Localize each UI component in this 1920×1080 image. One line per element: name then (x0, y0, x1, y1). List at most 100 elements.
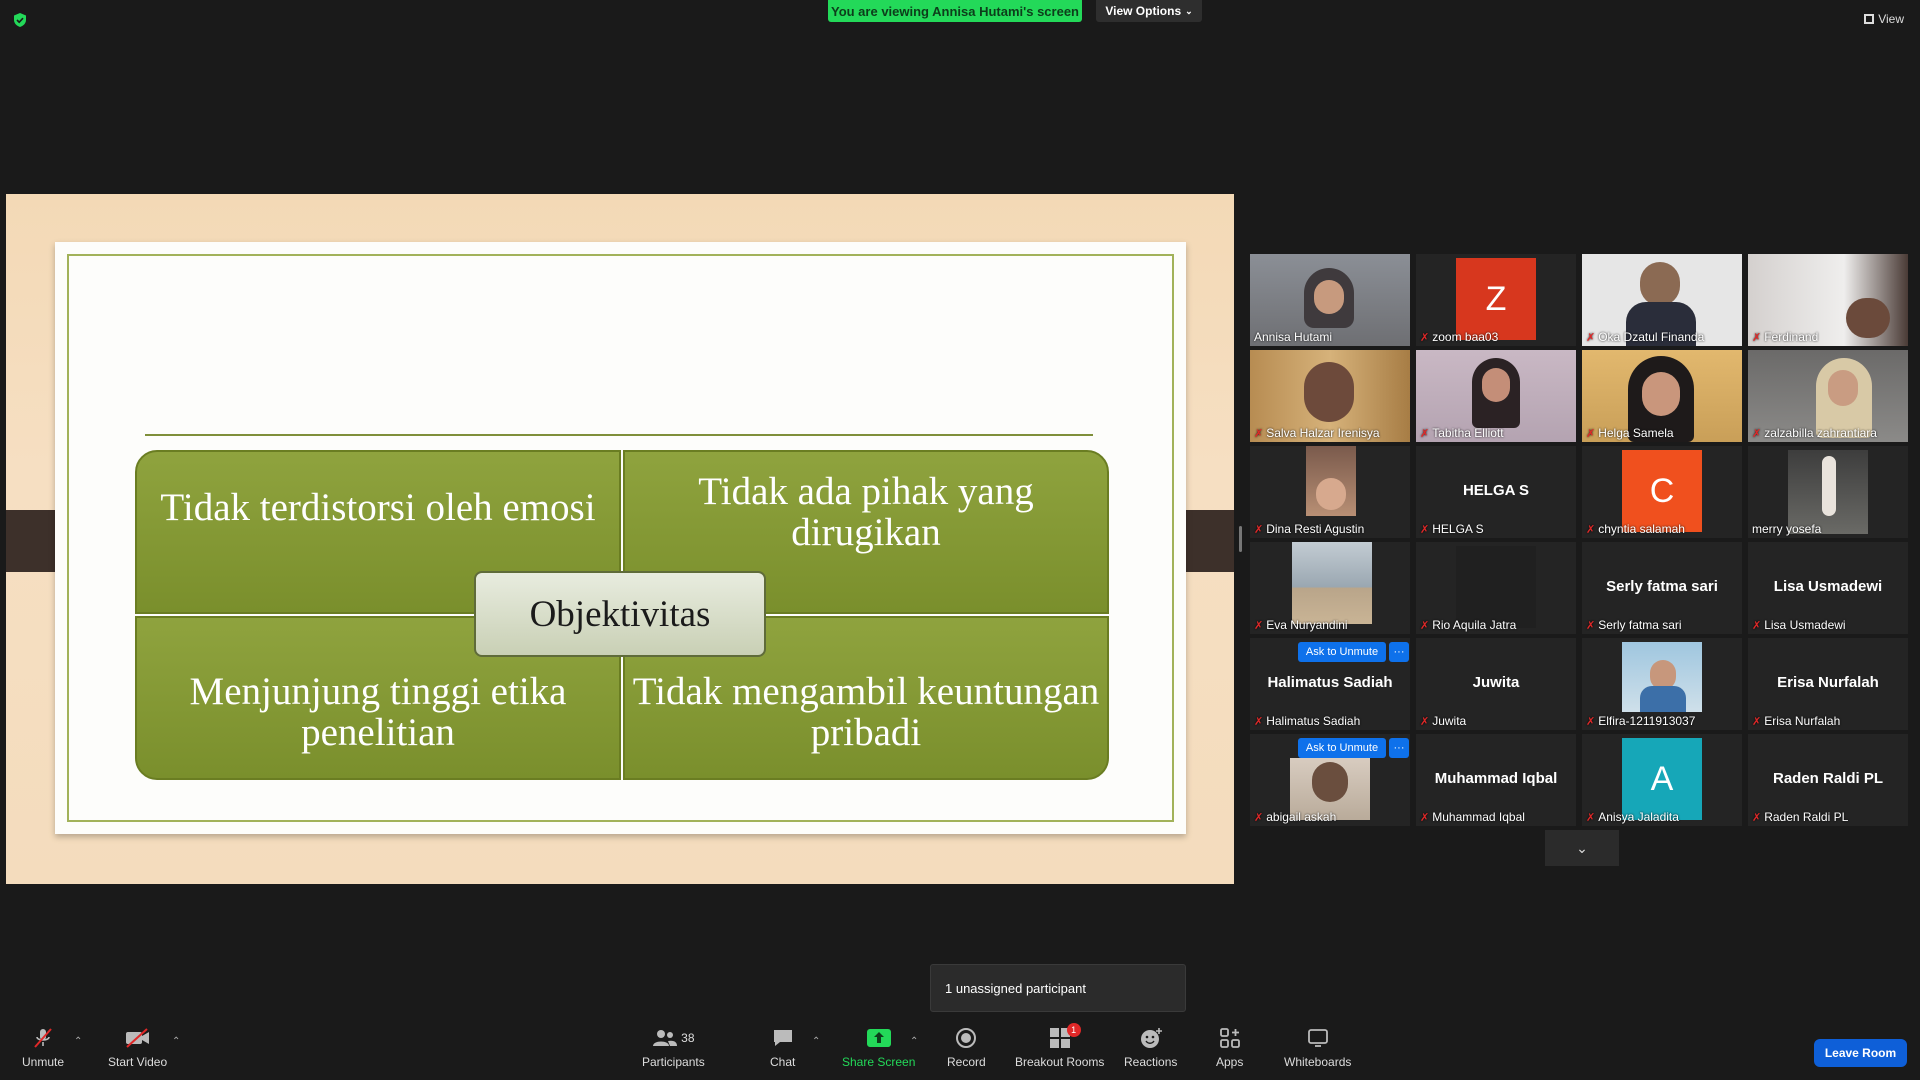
avatar: C (1622, 450, 1702, 532)
split-resize-handle[interactable] (1239, 526, 1242, 552)
participant-tile[interactable]: ✗ Helga Samela (1582, 350, 1742, 442)
unmute-button[interactable]: Unmute (22, 1026, 64, 1069)
participant-name: ✗ Halimatus Sadiah (1254, 714, 1360, 728)
share-screen-label: Share Screen (842, 1055, 916, 1069)
participant-name: ✗ Helga Samela (1586, 426, 1674, 440)
breakout-badge: 1 (1066, 1023, 1081, 1037)
mic-muted-icon: ✗ (1254, 619, 1264, 632)
participant-tile[interactable]: Annisa Hutami (1250, 254, 1410, 346)
video-options-caret-icon[interactable]: ⌃ (172, 1036, 180, 1047)
gallery-next-page-button[interactable]: ⌄ (1545, 830, 1619, 866)
participant-face (1640, 262, 1680, 306)
slide-divider (145, 434, 1093, 436)
participant-tile[interactable]: Ask to Unmute ··· ✗ abigail askah (1250, 734, 1410, 826)
unmute-label: Unmute (22, 1055, 65, 1069)
mic-muted-icon: ✗ (1752, 619, 1762, 632)
participant-face (1482, 368, 1510, 402)
participant-name: ✗ Elfira-1211913037 (1586, 714, 1695, 728)
participants-count: 38 (681, 1031, 695, 1045)
participant-name: ✗ Ferdinand (1752, 330, 1818, 344)
participant-tile[interactable]: C ✗ chyntia salamah (1582, 446, 1742, 538)
mic-muted-icon: ✗ (1586, 331, 1596, 344)
participant-display-name: Erisa Nurfalah (1777, 674, 1879, 691)
participant-name: ✗ abigail askah (1254, 810, 1336, 824)
ask-to-unmute-button[interactable]: Ask to Unmute (1298, 642, 1386, 662)
share-screen-button[interactable]: Share Screen (842, 1026, 915, 1069)
view-button[interactable]: View (1864, 12, 1904, 26)
participant-name-text: Lisa Usmadewi (1764, 618, 1846, 632)
participant-tile[interactable]: Serly fatma sari ✗ Serly fatma sari (1582, 542, 1742, 634)
slide-center-title: Objektivitas (474, 571, 766, 657)
chevron-down-icon: ⌄ (1576, 839, 1588, 856)
participant-tile[interactable]: Erisa Nurfalah ✗ Erisa Nurfalah (1748, 638, 1908, 730)
apps-label: Apps (1216, 1055, 1244, 1069)
breakout-rooms-button[interactable]: 1 Breakout Rooms (1015, 1023, 1104, 1069)
start-video-button[interactable]: Start Video (108, 1026, 167, 1069)
whiteboards-button[interactable]: Whiteboards (1284, 1026, 1351, 1069)
participant-tile[interactable]: Lisa Usmadewi ✗ Lisa Usmadewi (1748, 542, 1908, 634)
participant-tile[interactable]: Juwita ✗ Juwita (1416, 638, 1576, 730)
start-video-label: Start Video (108, 1055, 168, 1069)
participant-tile[interactable]: ✗ zalzabilla zahrantiara (1748, 350, 1908, 442)
reactions-label: Reactions (1124, 1055, 1178, 1069)
participant-name-text: HELGA S (1432, 522, 1484, 536)
participants-icon: 38 (652, 1026, 695, 1050)
whiteboard-icon (1306, 1026, 1330, 1050)
apps-icon (1219, 1026, 1241, 1050)
audio-options-caret-icon[interactable]: ⌃ (74, 1036, 82, 1047)
mic-muted-icon: ✗ (1752, 811, 1762, 824)
mic-muted-icon: ✗ (1254, 427, 1264, 440)
record-button[interactable]: Record (947, 1026, 986, 1069)
chat-button[interactable]: Chat (770, 1026, 795, 1069)
reactions-button[interactable]: Reactions (1124, 1026, 1177, 1069)
participant-tile[interactable]: A ✗ Anisya Jaladita (1582, 734, 1742, 826)
chat-options-caret-icon[interactable]: ⌃ (812, 1036, 820, 1047)
chevron-down-icon: ⌄ (1185, 5, 1193, 16)
security-shield-icon[interactable] (12, 12, 28, 28)
participant-name-text: Oka Dzatul Finanda (1598, 330, 1705, 344)
view-options-button[interactable]: View Options ⌄ (1096, 0, 1202, 22)
participant-name-text: Eva Nuryandini (1266, 618, 1348, 632)
mic-muted-icon: ✗ (1586, 619, 1596, 632)
participant-name: ✗ Oka Dzatul Finanda (1586, 330, 1704, 344)
unassigned-participant-tooltip[interactable]: 1 unassigned participant (930, 964, 1186, 1012)
participant-tile[interactable]: ✗ Tabitha Elliott (1416, 350, 1576, 442)
participant-tile[interactable]: ✗ Elfira-1211913037 (1582, 638, 1742, 730)
participant-name: ✗ Muhammad Iqbal (1420, 810, 1525, 824)
participant-name-text: chyntia salamah (1598, 522, 1685, 536)
participant-tile[interactable]: HELGA S ✗ HELGA S (1416, 446, 1576, 538)
participant-name-text: Salva Halzar Irenisya (1266, 426, 1380, 440)
participant-tile[interactable]: ✗ Eva Nuryandini (1250, 542, 1410, 634)
participant-tile[interactable]: ✗ Dina Resti Agustin (1250, 446, 1410, 538)
participant-tile[interactable]: ✗ Ferdinand (1748, 254, 1908, 346)
participant-tile[interactable]: merry yosefa (1748, 446, 1908, 538)
participant-tile[interactable]: ✗ Salva Halzar Irenisya (1250, 350, 1410, 442)
ask-to-unmute-button[interactable]: Ask to Unmute (1298, 738, 1386, 758)
participant-name-text: Ferdinand (1764, 330, 1819, 344)
mic-muted-icon: ✗ (1254, 811, 1264, 824)
view-options-label: View Options (1105, 4, 1182, 18)
mic-muted-icon: ✗ (1752, 331, 1762, 344)
participant-name: ✗ Juwita (1420, 714, 1466, 728)
participant-tile[interactable]: ✗ Oka Dzatul Finanda (1582, 254, 1742, 346)
shared-screen: Tidak terdistorsi oleh emosi Tidak ada p… (6, 194, 1234, 884)
participant-tile[interactable]: Z ✗ zoom baa03 (1416, 254, 1576, 346)
avatar: A (1622, 738, 1702, 820)
participant-name: ✗ zoom baa03 (1420, 330, 1498, 344)
more-options-button[interactable]: ··· (1389, 738, 1409, 758)
participant-tile[interactable]: Ask to Unmute ··· Halimatus Sadiah ✗ Hali… (1250, 638, 1410, 730)
participants-button[interactable]: 38 Participants (642, 1026, 705, 1069)
participant-name: ✗ Dina Resti Agustin (1254, 522, 1364, 536)
participant-name-text: Serly fatma sari (1598, 618, 1682, 632)
presentation-slide: Tidak terdistorsi oleh emosi Tidak ada p… (55, 242, 1186, 834)
participant-tile[interactable]: Muhammad Iqbal ✗ Muhammad Iqbal (1416, 734, 1576, 826)
participant-name: ✗ Anisya Jaladita (1586, 810, 1679, 824)
apps-button[interactable]: Apps (1216, 1026, 1243, 1069)
participant-name: ✗ chyntia salamah (1586, 522, 1685, 536)
more-options-button[interactable]: ··· (1389, 642, 1409, 662)
participant-tile[interactable]: Raden Raldi PL ✗ Raden Raldi PL (1748, 734, 1908, 826)
participant-tile[interactable]: ✗ Rio Aquila Jatra (1416, 542, 1576, 634)
leave-room-button[interactable]: Leave Room (1814, 1039, 1907, 1067)
participant-name-text: Rio Aquila Jatra (1432, 618, 1517, 632)
share-options-caret-icon[interactable]: ⌃ (910, 1036, 918, 1047)
